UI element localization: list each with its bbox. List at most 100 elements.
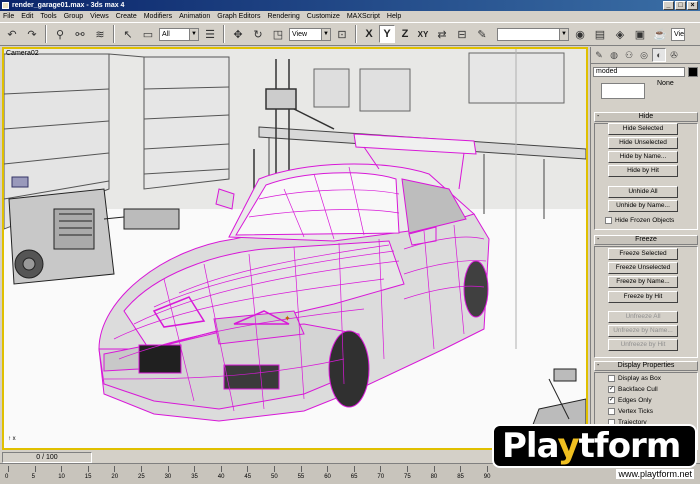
bind-space-warp-icon[interactable]: ≋ bbox=[91, 25, 109, 43]
menu-animation[interactable]: Animation bbox=[179, 13, 210, 20]
menu-create[interactable]: Create bbox=[116, 13, 137, 20]
scale-icon[interactable]: ◳ bbox=[269, 25, 287, 43]
hide-rollout-header[interactable]: - Hide bbox=[594, 112, 698, 122]
render-scene-icon[interactable]: ▣ bbox=[631, 25, 649, 43]
axis-x-button[interactable]: X bbox=[361, 25, 377, 43]
align-icon[interactable]: ⊟ bbox=[453, 25, 471, 43]
track-view-icon[interactable]: ▤ bbox=[591, 25, 609, 43]
unfreeze-by-hit-button[interactable]: Unfreeze by Hit bbox=[608, 339, 678, 351]
menu-graph-editors[interactable]: Graph Editors bbox=[217, 13, 260, 20]
minimize-button[interactable]: _ bbox=[663, 1, 674, 10]
freeze-rollout-header[interactable]: - Freeze bbox=[594, 235, 698, 245]
chevron-down-icon: ▼ bbox=[559, 28, 568, 40]
edges-only-checkbox[interactable]: ✓ Edges Only bbox=[608, 397, 652, 404]
modify-tab-icon[interactable]: ◍ bbox=[607, 48, 621, 62]
command-panel-tabs: ✎ ◍ ⚇ ◎ ◐ ✇ bbox=[591, 47, 700, 64]
chevron-down-icon: ▼ bbox=[189, 28, 198, 40]
axis-y-button[interactable]: Y bbox=[379, 25, 395, 43]
menu-help[interactable]: Help bbox=[387, 13, 401, 20]
object-name-field[interactable]: moded bbox=[593, 67, 685, 77]
freeze-selected-button[interactable]: Freeze Selected bbox=[608, 248, 678, 260]
menu-modifiers[interactable]: Modifiers bbox=[144, 13, 172, 20]
menu-tools[interactable]: Tools bbox=[40, 13, 56, 20]
toolbar-divider bbox=[223, 25, 225, 43]
time-slider[interactable]: 0 / 100 bbox=[2, 452, 92, 463]
backface-cull-checkbox[interactable]: ✓ Backface Cull bbox=[608, 386, 658, 393]
rotate-icon[interactable]: ↻ bbox=[249, 25, 267, 43]
hide-frozen-objects-checkbox[interactable]: Hide Frozen Objects bbox=[605, 217, 674, 224]
hide-selected-button[interactable]: Hide Selected bbox=[608, 123, 678, 135]
freeze-by-name-button[interactable]: Freeze by Name... bbox=[608, 276, 678, 288]
toolbar-divider bbox=[355, 25, 357, 43]
hide-by-hit-button[interactable]: Hide by Hit bbox=[608, 165, 678, 177]
freeze-by-hit-button[interactable]: Freeze by Hit bbox=[608, 291, 678, 303]
move-icon[interactable]: ✥ bbox=[229, 25, 247, 43]
unfreeze-all-button[interactable]: Unfreeze All bbox=[608, 311, 678, 323]
menu-rendering[interactable]: Rendering bbox=[267, 13, 299, 20]
command-panel: ✎ ◍ ⚇ ◎ ◐ ✇ moded None - Hide Hide Select… bbox=[590, 47, 700, 450]
menu-edit[interactable]: Edit bbox=[21, 13, 33, 20]
timeline-tick-mark bbox=[433, 466, 435, 472]
none-label: None bbox=[657, 80, 674, 87]
pivot-center-icon[interactable]: ⊡ bbox=[333, 25, 351, 43]
toolbar-divider bbox=[45, 25, 47, 43]
display-color-list[interactable] bbox=[601, 83, 645, 99]
axis-z-button[interactable]: Z bbox=[397, 25, 413, 43]
viewport-label[interactable]: Camera02 bbox=[6, 50, 39, 57]
select-by-name-icon[interactable]: ☰ bbox=[201, 25, 219, 43]
named-selection-icon[interactable]: ✎ bbox=[473, 25, 491, 43]
link-icon[interactable]: ⚲ bbox=[51, 25, 69, 43]
menu-views[interactable]: Views bbox=[90, 13, 109, 20]
schematic-view-icon[interactable]: ◈ bbox=[611, 25, 629, 43]
watermark-url: www.playtform.net bbox=[616, 469, 694, 479]
create-tab-icon[interactable]: ✎ bbox=[592, 48, 606, 62]
unhide-all-button[interactable]: Unhide All bbox=[608, 186, 678, 198]
mirror-icon[interactable]: ⇄ bbox=[433, 25, 451, 43]
utilities-tab-icon[interactable]: ✇ bbox=[667, 48, 681, 62]
vertex-ticks-checkbox[interactable]: Vertex Ticks bbox=[608, 408, 653, 415]
named-selection-sets-dropdown[interactable]: ▼ bbox=[497, 27, 569, 41]
timeline-tick-mark bbox=[8, 466, 9, 472]
timeline-tick-label: 35 bbox=[191, 474, 198, 480]
timeline-tick-mark bbox=[327, 466, 329, 472]
checkbox-icon: ✓ bbox=[608, 386, 615, 393]
object-color-swatch[interactable] bbox=[688, 67, 698, 77]
hide-unselected-button[interactable]: Hide Unselected bbox=[608, 137, 678, 149]
menu-file[interactable]: File bbox=[3, 13, 14, 20]
checkbox-icon: ✓ bbox=[608, 397, 615, 404]
menu-customize[interactable]: Customize bbox=[307, 13, 340, 20]
freeze-unselected-button[interactable]: Freeze Unselected bbox=[608, 262, 678, 274]
hierarchy-tab-icon[interactable]: ⚇ bbox=[622, 48, 636, 62]
playtform-watermark: Playtform www.playtform.net bbox=[486, 424, 700, 484]
close-button[interactable]: × bbox=[687, 1, 698, 10]
checkbox-icon bbox=[608, 408, 615, 415]
timeline-tick-mark bbox=[194, 466, 196, 472]
timeline-tick-mark bbox=[300, 466, 302, 472]
select-object-icon[interactable]: ↖ bbox=[119, 25, 137, 43]
unfreeze-by-name-button[interactable]: Unfreeze by Name... bbox=[608, 325, 678, 337]
unhide-by-name-button[interactable]: Unhide by Name... bbox=[608, 200, 678, 212]
hide-by-name-button[interactable]: Hide by Name... bbox=[608, 151, 678, 163]
quick-render-icon[interactable]: ☕ bbox=[651, 25, 669, 43]
timeline-tick-mark bbox=[34, 466, 36, 472]
playtform-logo: Playtform bbox=[492, 424, 697, 468]
motion-tab-icon[interactable]: ◎ bbox=[637, 48, 651, 62]
timeline-tick-label: 25 bbox=[138, 474, 145, 480]
window-title: render_garage01.max - 3ds max 4 bbox=[12, 2, 125, 9]
unlink-icon[interactable]: ⚯ bbox=[71, 25, 89, 43]
redo-icon[interactable]: ↷ bbox=[23, 25, 41, 43]
undo-icon[interactable]: ↶ bbox=[3, 25, 21, 43]
reference-coordinate-dropdown[interactable]: View ▼ bbox=[289, 27, 331, 41]
axis-xy-button[interactable]: XY bbox=[415, 25, 431, 43]
menu-maxscript[interactable]: MAXScript bbox=[347, 13, 380, 20]
selection-filter-dropdown[interactable]: All ▼ bbox=[159, 27, 199, 41]
select-region-icon[interactable]: ▭ bbox=[139, 25, 157, 43]
camera-viewport[interactable]: Camera02 ✦ ↑ x bbox=[2, 47, 588, 450]
maximize-button[interactable]: □ bbox=[675, 1, 686, 10]
display-properties-rollout-header[interactable]: - Display Properties bbox=[594, 361, 698, 371]
menu-group[interactable]: Group bbox=[64, 13, 83, 20]
display-tab-icon[interactable]: ◐ bbox=[652, 48, 666, 62]
display-as-box-checkbox[interactable]: Display as Box bbox=[608, 375, 661, 382]
viewport-render-dropdown[interactable]: Vie bbox=[671, 27, 685, 41]
material-editor-icon[interactable]: ◉ bbox=[571, 25, 589, 43]
